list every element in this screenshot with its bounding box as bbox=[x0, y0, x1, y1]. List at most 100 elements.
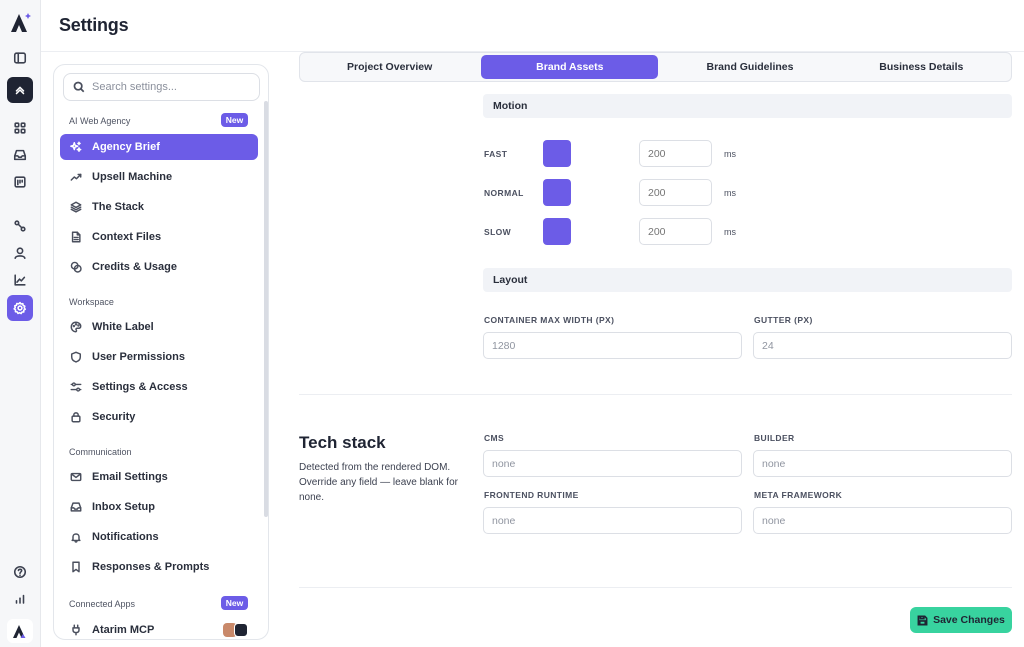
sidebar-item-context-files[interactable]: Context Files bbox=[60, 224, 258, 250]
new-badge: New bbox=[221, 596, 248, 610]
builder-input[interactable] bbox=[753, 450, 1012, 477]
motion-fast-input[interactable] bbox=[639, 140, 712, 167]
settings-tabs: Project Overview Brand Assets Brand Guid… bbox=[299, 52, 1012, 82]
inbox-icon bbox=[70, 502, 82, 512]
app-avatar bbox=[234, 623, 248, 637]
search-icon bbox=[73, 81, 85, 93]
sidebar-item-upsell-machine[interactable]: Upsell Machine bbox=[60, 164, 258, 190]
tech-stack-description: Detected from the rendered DOM. Override… bbox=[299, 462, 458, 503]
icon-rail bbox=[0, 0, 41, 647]
tab-project-overview[interactable]: Project Overview bbox=[304, 55, 475, 79]
workspace-logo[interactable] bbox=[7, 619, 33, 643]
shield-icon bbox=[70, 351, 82, 363]
sparkles-icon bbox=[70, 141, 82, 153]
collapse-up-icon[interactable] bbox=[7, 77, 33, 103]
gutter-input[interactable] bbox=[753, 332, 1012, 359]
builder-label: BUILDER bbox=[754, 433, 795, 443]
bar-chart-icon[interactable] bbox=[7, 586, 33, 612]
meta-framework-input[interactable] bbox=[753, 507, 1012, 534]
container-max-width-label: CONTAINER MAX WIDTH (PX) bbox=[484, 315, 615, 325]
grid-icon[interactable] bbox=[7, 115, 33, 141]
save-changes-button[interactable]: Save Changes bbox=[910, 607, 1012, 633]
connected-app-avatars bbox=[223, 623, 249, 637]
settings-search[interactable] bbox=[63, 73, 260, 101]
sidebar-item-label: Context Files bbox=[92, 231, 162, 243]
settings-sidebar: AI Web Agency New Agency Brief Upsell Ma… bbox=[53, 64, 269, 640]
frontend-runtime-input[interactable] bbox=[483, 507, 742, 534]
layers-icon bbox=[70, 201, 82, 213]
page-header: Settings bbox=[41, 0, 1024, 52]
coins-icon bbox=[70, 261, 82, 273]
motion-fast-label: FAST bbox=[484, 149, 508, 159]
motion-normal-input[interactable] bbox=[639, 179, 712, 206]
meta-framework-label: META FRAMEWORK bbox=[754, 490, 843, 500]
group-label-communication: Communication bbox=[69, 447, 132, 457]
sidebar-item-security[interactable]: Security bbox=[60, 404, 258, 430]
sidebar-toggle-icon[interactable] bbox=[7, 45, 33, 71]
calendar-icon[interactable] bbox=[7, 169, 33, 195]
sidebar-item-label: Settings & Access bbox=[92, 381, 188, 393]
workflow-icon[interactable] bbox=[7, 213, 33, 239]
bell-icon bbox=[71, 533, 81, 543]
motion-fast-unit: ms bbox=[724, 149, 736, 159]
cms-input[interactable] bbox=[483, 450, 742, 477]
tab-business-details[interactable]: Business Details bbox=[836, 55, 1007, 79]
mail-icon bbox=[70, 472, 82, 482]
chart-icon[interactable] bbox=[7, 267, 33, 293]
motion-slow-label: SLOW bbox=[484, 227, 512, 237]
save-icon bbox=[917, 615, 928, 625]
sidebar-item-label: Inbox Setup bbox=[92, 501, 155, 513]
section-divider bbox=[299, 587, 1012, 588]
container-max-width-input[interactable] bbox=[483, 332, 742, 359]
search-input[interactable] bbox=[92, 81, 252, 93]
help-icon[interactable] bbox=[7, 559, 33, 585]
sidebar-scrollbar[interactable] bbox=[264, 101, 268, 517]
file-text-icon bbox=[71, 231, 81, 243]
sidebar-item-email-settings[interactable]: Email Settings bbox=[60, 464, 258, 490]
page-title: Settings bbox=[59, 15, 129, 35]
sidebar-item-label: Credits & Usage bbox=[92, 261, 177, 273]
motion-normal-unit: ms bbox=[724, 188, 736, 198]
save-changes-label: Save Changes bbox=[933, 614, 1005, 626]
motion-slow-input[interactable] bbox=[639, 218, 712, 245]
group-label-workspace: Workspace bbox=[69, 297, 114, 307]
sidebar-item-label: The Stack bbox=[92, 201, 144, 213]
section-divider bbox=[299, 394, 1012, 395]
sidebar-item-inbox-setup[interactable]: Inbox Setup bbox=[60, 494, 258, 520]
sidebar-item-user-permissions[interactable]: User Permissions bbox=[60, 344, 258, 370]
tab-brand-guidelines[interactable]: Brand Guidelines bbox=[664, 55, 835, 79]
sidebar-item-label: Upsell Machine bbox=[92, 171, 173, 183]
inbox-icon[interactable] bbox=[7, 142, 33, 168]
gutter-label: GUTTER (PX) bbox=[754, 315, 813, 325]
cms-label: CMS bbox=[484, 433, 505, 443]
sidebar-item-label: Security bbox=[92, 411, 136, 423]
new-badge: New bbox=[221, 113, 248, 127]
sidebar-item-label: Atarim MCP bbox=[92, 624, 155, 636]
tab-brand-assets[interactable]: Brand Assets bbox=[481, 55, 659, 79]
app-logo[interactable] bbox=[7, 10, 33, 36]
sidebar-item-notifications[interactable]: Notifications bbox=[60, 524, 258, 550]
tech-stack-title: Tech stack bbox=[299, 433, 386, 452]
user-icon[interactable] bbox=[7, 240, 33, 266]
layout-section-header: Layout bbox=[483, 268, 1012, 292]
sidebar-item-label: User Permissions bbox=[92, 351, 185, 363]
palette-icon bbox=[70, 321, 82, 333]
bookmark-icon bbox=[72, 561, 80, 573]
sidebar-item-the-stack[interactable]: The Stack bbox=[60, 194, 258, 220]
motion-slow-unit: ms bbox=[724, 227, 736, 237]
sidebar-item-agency-brief[interactable]: Agency Brief bbox=[60, 134, 258, 160]
sidebar-item-responses-prompts[interactable]: Responses & Prompts bbox=[60, 554, 258, 580]
lock-icon bbox=[71, 412, 81, 423]
sidebar-item-credits-usage[interactable]: Credits & Usage bbox=[60, 254, 258, 280]
frontend-runtime-label: FRONTEND RUNTIME bbox=[484, 490, 579, 500]
sidebar-item-settings-access[interactable]: Settings & Access bbox=[60, 374, 258, 400]
sidebar-item-white-label[interactable]: White Label bbox=[60, 314, 258, 340]
motion-normal-label: NORMAL bbox=[484, 188, 524, 198]
motion-fast-swatch[interactable] bbox=[543, 140, 571, 167]
trending-up-icon bbox=[70, 173, 82, 181]
sidebar-item-label: White Label bbox=[92, 321, 154, 333]
sidebar-item-label: Notifications bbox=[92, 531, 159, 543]
motion-normal-swatch[interactable] bbox=[543, 179, 571, 206]
settings-gear-icon[interactable] bbox=[7, 295, 33, 321]
motion-slow-swatch[interactable] bbox=[543, 218, 571, 245]
